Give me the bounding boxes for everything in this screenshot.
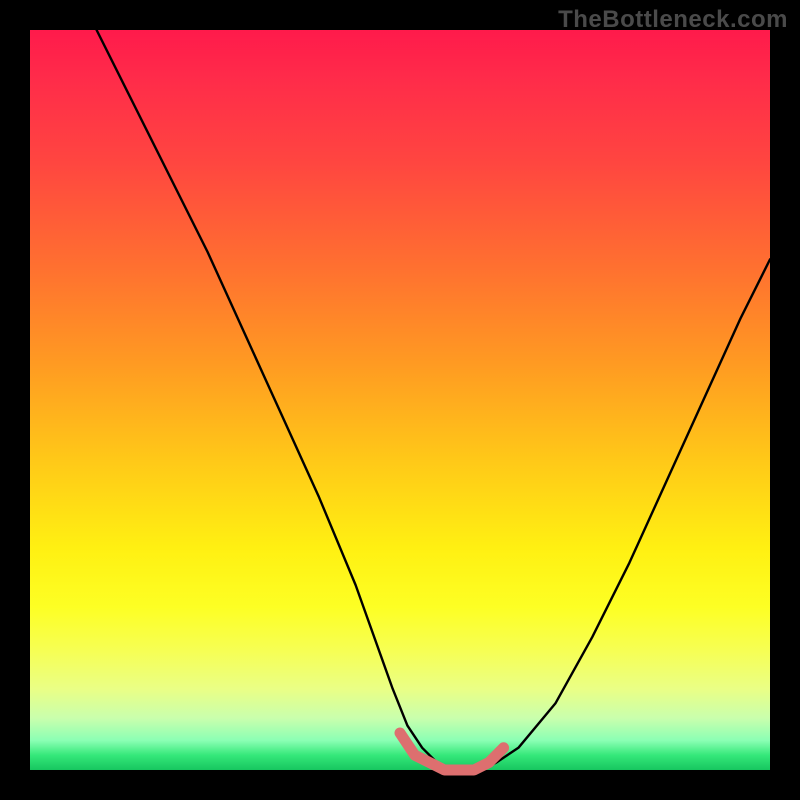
chart-stage: TheBottleneck.com: [0, 0, 800, 800]
plot-area: [30, 30, 770, 770]
curve-svg: [30, 30, 770, 770]
bottleneck-curve-path: [97, 30, 770, 770]
watermark-text: TheBottleneck.com: [558, 6, 788, 34]
